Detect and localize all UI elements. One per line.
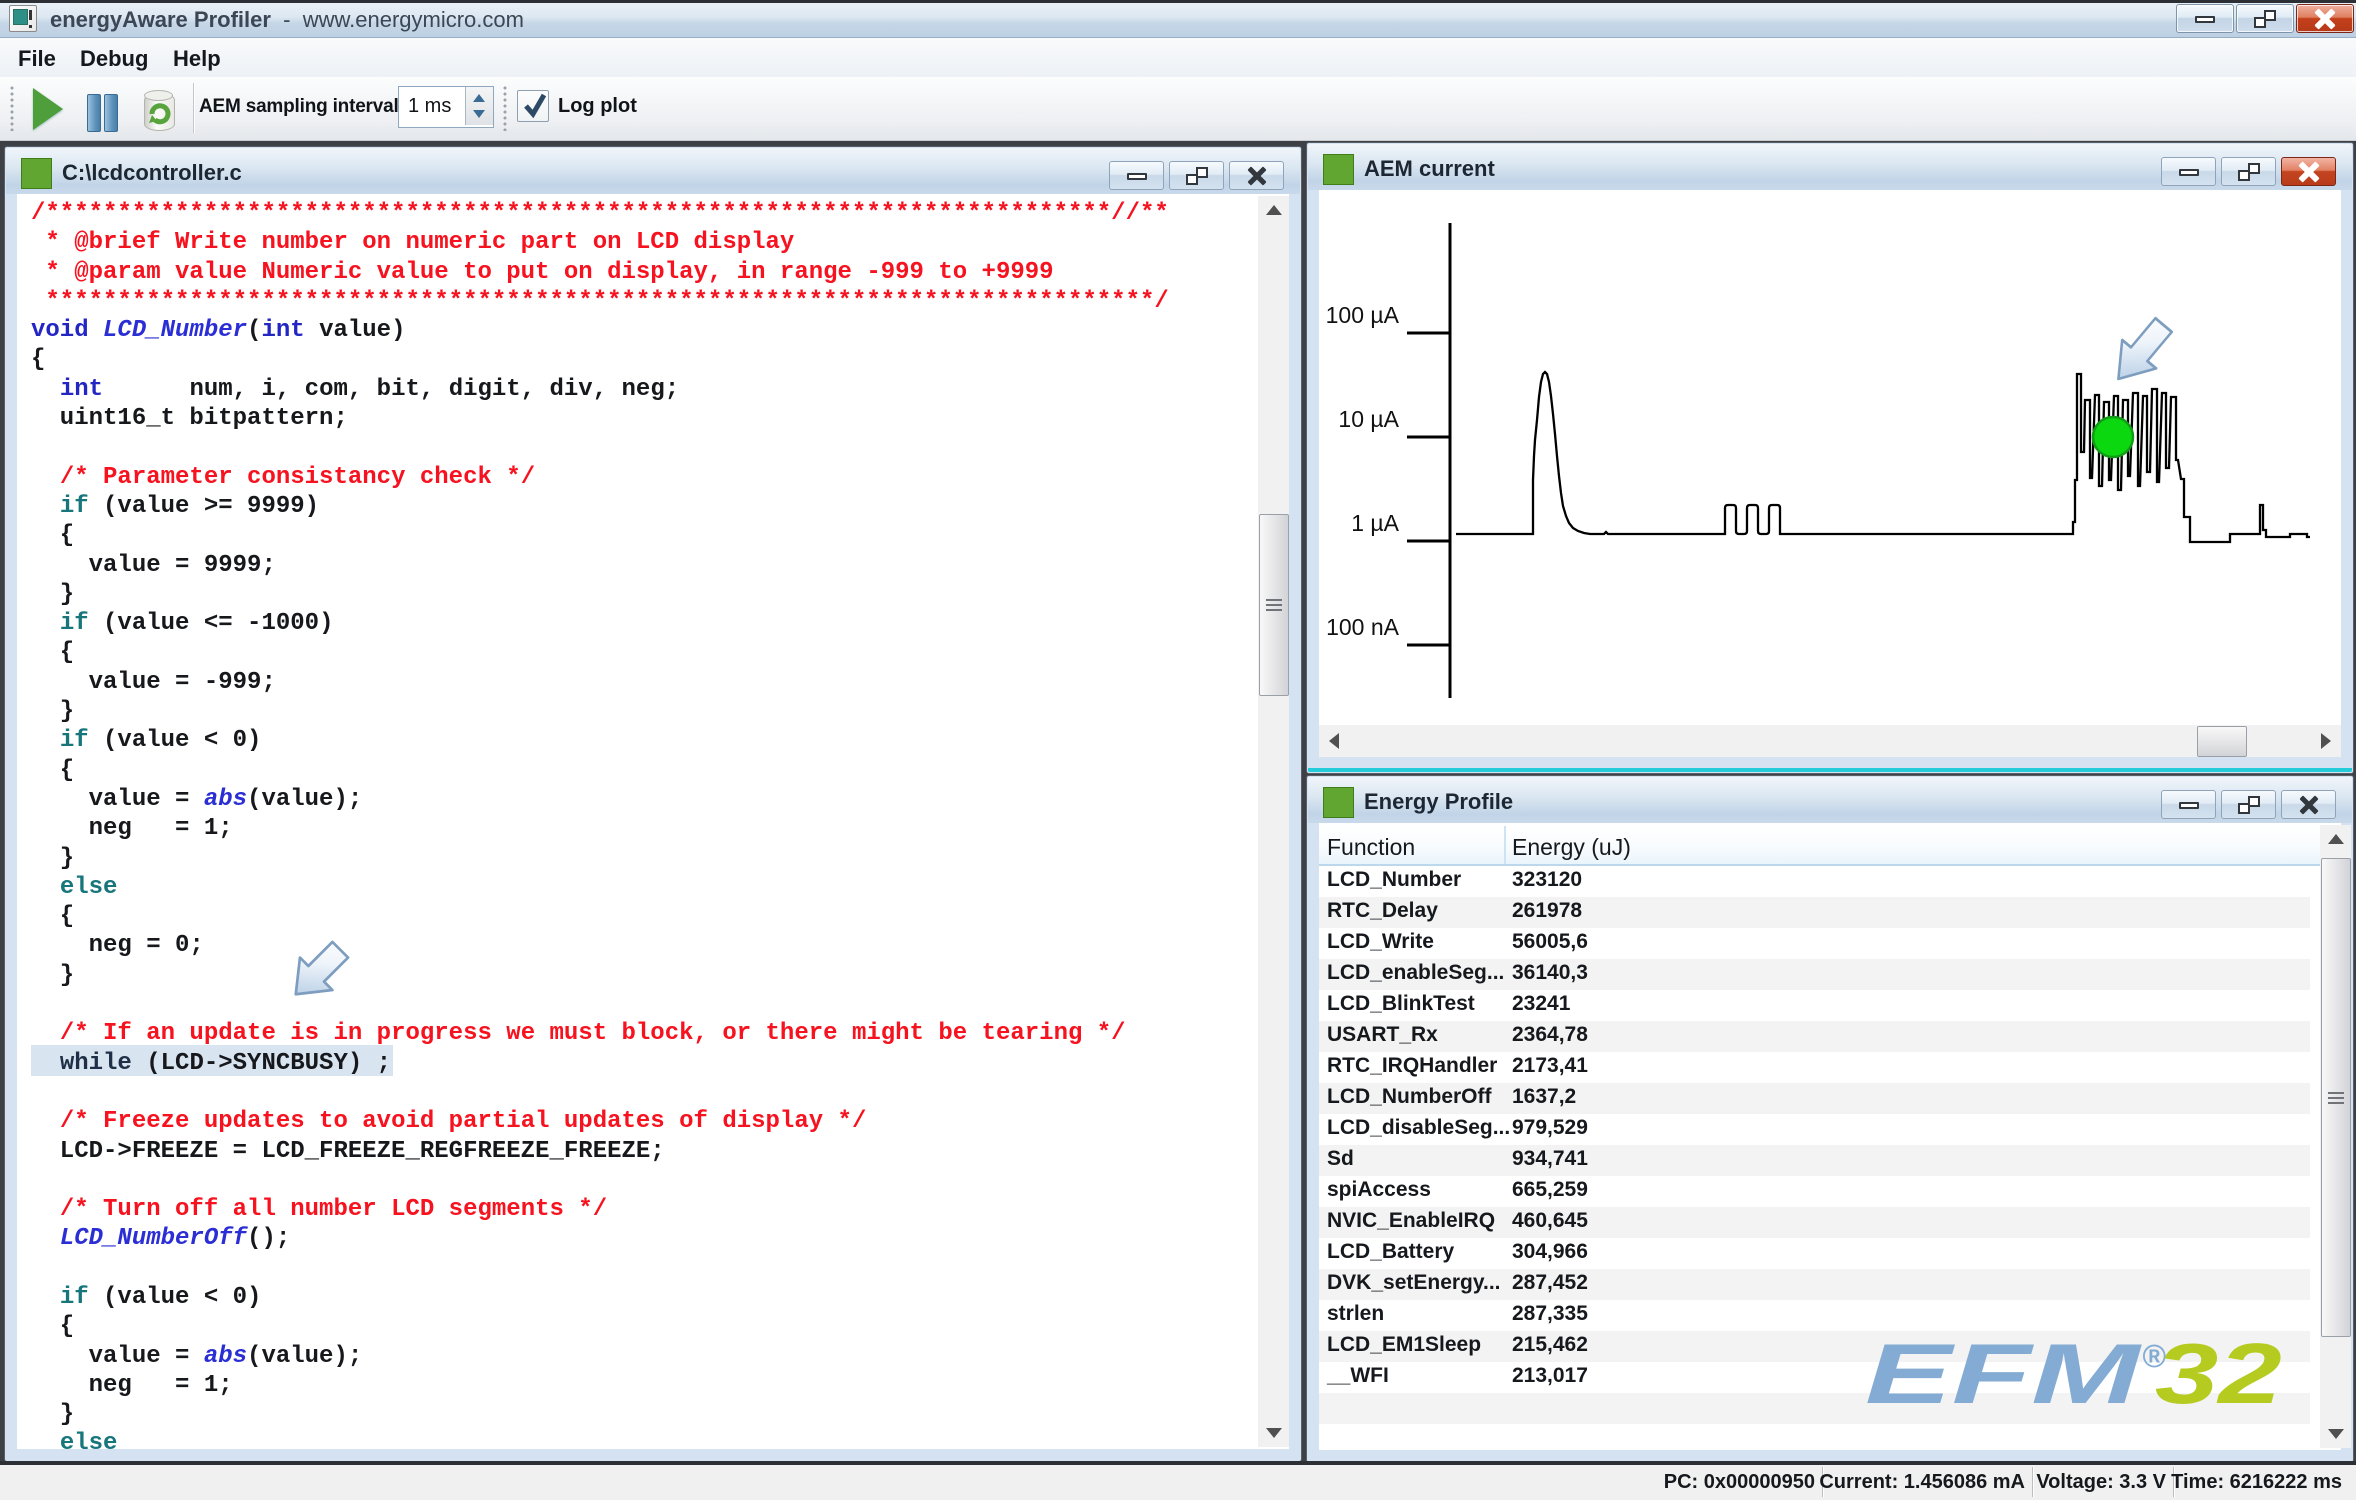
svg-text:100 nA: 100 nA [1326,614,1400,640]
svg-text:100 µA: 100 µA [1326,302,1400,328]
svg-text:1 µA: 1 µA [1351,510,1399,536]
svg-text:10 µA: 10 µA [1338,406,1399,432]
